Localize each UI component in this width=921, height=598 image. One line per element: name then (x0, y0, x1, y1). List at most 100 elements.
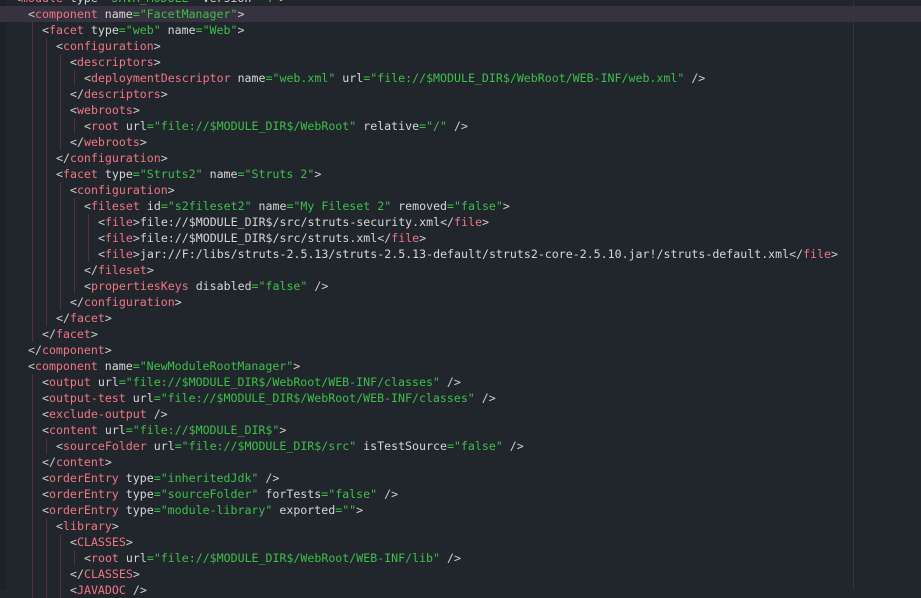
code-line[interactable]: <file>file://$MODULE_DIR$/src/struts.xml… (0, 230, 921, 246)
code-line[interactable]: <orderEntry type="module-library" export… (0, 502, 921, 518)
code-line[interactable]: <sourceFolder url="file://$MODULE_DIR$/s… (0, 438, 921, 454)
tag-bracket: </ (789, 247, 804, 261)
code-line[interactable]: <component name="FacetManager"> (0, 6, 921, 22)
attribute-value: "false" (328, 487, 378, 501)
tag-bracket: /> (153, 407, 168, 421)
tag-bracket: > (279, 423, 287, 437)
text-content: $MODULE_DIR$ (188, 231, 273, 245)
text-content: / (181, 215, 189, 229)
code-text: <output url="file://$MODULE_DIR$/WebRoot… (42, 374, 461, 390)
equals-sign: = (118, 23, 126, 37)
code-line[interactable]: <file>file://$MODULE_DIR$/src/struts-sec… (0, 214, 921, 230)
code-line[interactable]: </content> (0, 454, 921, 470)
code-line[interactable]: <component name="NewModuleRootManager"> (0, 358, 921, 374)
tag-bracket: < (56, 519, 63, 533)
code-line[interactable]: <configuration> (0, 182, 921, 198)
tag-name: configuration (83, 295, 175, 309)
attribute-name: name (104, 359, 133, 373)
tag-name: webroots (76, 103, 133, 117)
code-line[interactable]: </webroots> (0, 134, 921, 150)
code-line[interactable]: <JAVADOC /> (0, 582, 921, 598)
code-text: <content url="file://$MODULE_DIR$"> (42, 422, 286, 438)
attribute-value: "My Fileset 2" (293, 199, 392, 213)
text-content: / (174, 247, 182, 261)
code-line[interactable]: <output url="file://$MODULE_DIR$/WebRoot… (0, 374, 921, 390)
code-line[interactable]: </component> (0, 342, 921, 358)
code-line[interactable]: <fileset id="s2fileset2" name="My Filese… (0, 198, 921, 214)
code-line[interactable]: </configuration> (0, 150, 921, 166)
code-line[interactable]: <configuration> (0, 38, 921, 54)
tag-name: fileset (97, 263, 147, 277)
code-line[interactable]: <output-test url="file://$MODULE_DIR$/We… (0, 390, 921, 406)
attribute-name: name (237, 71, 266, 85)
tag-name: propertiesKeys (90, 279, 189, 293)
code-line[interactable]: </facet> (0, 310, 921, 326)
attribute-value: "file://$MODULE_DIR$" (132, 423, 280, 437)
attribute-name: url (153, 439, 175, 453)
equals-sign: = (237, 167, 245, 181)
code-line[interactable]: <root url="file://$MODULE_DIR$/WebRoot" … (0, 118, 921, 134)
code-line[interactable]: <file>jar://F:/libs/struts-2.5.13/struts… (0, 246, 921, 262)
tag-bracket: < (42, 375, 49, 389)
indent-guide (74, 550, 75, 566)
code-line[interactable]: </fileset> (0, 262, 921, 278)
code-line[interactable]: <orderEntry type="sourceFolder" forTests… (0, 486, 921, 502)
tag-name: webroots (83, 135, 140, 149)
attribute-name: url (104, 423, 126, 437)
code-line[interactable]: <exclude-output /> (0, 406, 921, 422)
tag-bracket: </ (70, 135, 84, 149)
indent-guide (32, 454, 33, 470)
code-text: <root url="file://$MODULE_DIR$/WebRoot" … (84, 118, 468, 134)
code-line[interactable]: <deploymentDescriptor name="web.xml" url… (0, 70, 921, 86)
code-line[interactable]: </CLASSES> (0, 566, 921, 582)
attribute-value: "FacetManager" (139, 7, 238, 21)
code-line[interactable]: </facet> (0, 326, 921, 342)
indent-guide (60, 118, 61, 134)
attribute-value: "module-library" (160, 503, 273, 517)
tag-bracket: </ (42, 327, 56, 341)
indent-guide (32, 262, 33, 278)
tag-bracket: < (84, 551, 91, 565)
tag-bracket: < (70, 535, 77, 549)
tag-name: orderEntry (48, 471, 119, 485)
right-margin-guide (853, 0, 854, 590)
code-line[interactable]: <content url="file://$MODULE_DIR$"> (0, 422, 921, 438)
code-line[interactable]: </descriptors> (0, 86, 921, 102)
tag-name: root (90, 551, 119, 565)
code-line[interactable]: <descriptors> (0, 54, 921, 70)
code-line[interactable]: </configuration> (0, 294, 921, 310)
indent-guide (74, 262, 75, 278)
code-line[interactable]: <orderEntry type="inheritedJdk" /> (0, 470, 921, 486)
equals-sign: = (174, 439, 182, 453)
indent-guide (46, 134, 47, 150)
code-line[interactable]: <CLASSES> (0, 534, 921, 550)
code-text: <component name="NewModuleRootManager"> (28, 358, 300, 374)
tag-bracket: > (132, 215, 140, 229)
code-line[interactable]: <propertiesKeys disabled="false" /> (0, 278, 921, 294)
tag-bracket: > (293, 359, 301, 373)
code-line[interactable]: <webroots> (0, 102, 921, 118)
code-text: <output-test url="file://$MODULE_DIR$/We… (42, 390, 496, 406)
tag-bracket: > (146, 263, 154, 277)
indent-guide (32, 438, 33, 454)
tag-name: component (41, 343, 105, 357)
tag-name: output (48, 375, 91, 389)
indent-guide (32, 390, 33, 406)
indent-guide (32, 246, 33, 262)
text-content: file: (139, 231, 175, 245)
code-line[interactable]: <library> (0, 518, 921, 534)
attribute-value: "s2fileset2" (167, 199, 252, 213)
attribute-value: "sourceFolder" (160, 487, 259, 501)
tag-bracket: /> (509, 439, 524, 453)
code-editor[interactable]: <module type="JAVA_MODULE" version="4"><… (0, 0, 921, 598)
text-content: struts-2.5.13 (237, 247, 329, 261)
tag-name: CLASSES (83, 567, 133, 581)
attribute-value: "file://$MODULE_DIR$/WebRoot/WEB-INF/cla… (125, 375, 440, 389)
code-line[interactable]: <facet type="Struts2" name="Struts 2"> (0, 166, 921, 182)
equals-sign: = (153, 487, 161, 501)
code-line[interactable]: <root url="file://$MODULE_DIR$/WebRoot/W… (0, 550, 921, 566)
tag-bracket: < (56, 167, 63, 181)
indent-guide (46, 214, 47, 230)
code-line[interactable]: <facet type="web" name="Web"> (0, 22, 921, 38)
tag-bracket: </ (377, 231, 392, 245)
